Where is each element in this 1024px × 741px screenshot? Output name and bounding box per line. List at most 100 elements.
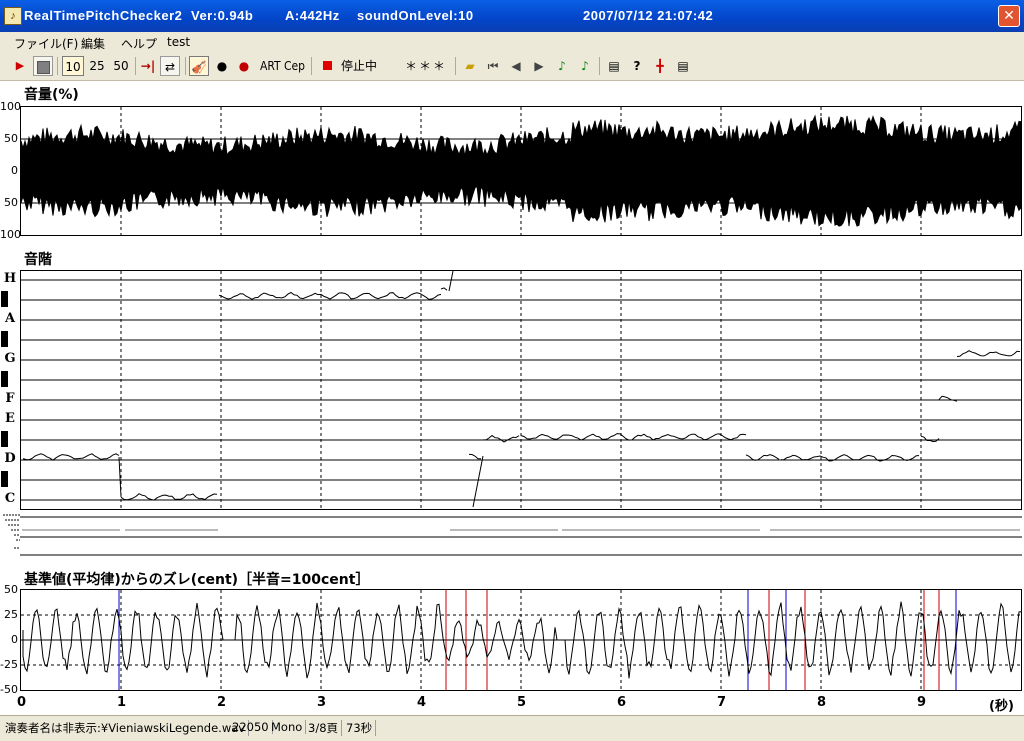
note-label: D (4, 451, 16, 466)
time-label: 2 (217, 695, 227, 710)
status-sample-rate: 22050 (229, 720, 273, 734)
loop-icon: ⇄ (164, 60, 176, 74)
violin-icon: 🎻 (191, 60, 207, 74)
next-button[interactable]: ▶ (529, 56, 549, 76)
toolbar-separator (57, 57, 58, 75)
sharp-key (1, 471, 8, 487)
violin-button[interactable]: 🎻 (189, 56, 209, 76)
stop-icon (36, 61, 50, 74)
deviation-title: 基準値(平均律)からのズレ(cent)［半音=100cent］ (24, 572, 370, 588)
time-label: 3 (317, 695, 327, 710)
note-label: F (5, 391, 15, 406)
status-bar: 演奏者名は非表示:¥VieniawskiLegende.wav 22050 Mo… (0, 715, 1024, 741)
toolbar-separator (311, 57, 312, 75)
sharp-key (1, 291, 8, 307)
marker-button[interactable]: ╋ (650, 56, 670, 76)
next-icon: ▶ (534, 59, 544, 73)
toolbar-separator (185, 57, 186, 75)
toolbar-separator (455, 57, 456, 75)
prev-button[interactable]: ◀ (506, 56, 526, 76)
note-label: A (4, 311, 16, 326)
app-icon: ♪ (4, 7, 22, 25)
volume-tick: 50 (4, 132, 18, 145)
loop-button[interactable]: ⇄ (160, 56, 180, 76)
time-label: 5 (517, 695, 527, 710)
indicator-label: ＊＊＊ (405, 59, 448, 73)
menu-file[interactable]: ファイル(F) (14, 35, 78, 52)
time-label: 9 (917, 695, 927, 710)
art-button[interactable]: ART (260, 56, 281, 76)
print-button[interactable]: ▤ (604, 56, 624, 76)
note-label: C (4, 491, 16, 506)
time-label: 0 (17, 695, 27, 710)
note-label: H (3, 271, 17, 286)
menu-help[interactable]: ヘルプ (121, 35, 157, 52)
play-icon: ▶ (15, 59, 25, 72)
deviation-panel (20, 589, 1022, 691)
cent-tick: 25 (4, 608, 18, 621)
sharp-key (1, 431, 8, 447)
player-button[interactable]: ● (212, 56, 232, 76)
jump-end-button[interactable]: →| (138, 56, 158, 76)
stop-button[interactable] (33, 56, 53, 76)
sharp-key (1, 331, 8, 347)
time-label: 1 (117, 695, 127, 710)
time-label: 7 (717, 695, 727, 710)
cent-tick: -25 (0, 658, 18, 671)
deviation-trace (21, 590, 1021, 690)
volume-tick: 100 (0, 100, 21, 113)
help-icon: ? (633, 59, 641, 73)
pitch-title: 音階 (24, 252, 52, 268)
cent-tick: 0 (11, 633, 18, 646)
help-button[interactable]: ? (627, 56, 647, 76)
menu-bar: ファイル(F) 編集 ヘルプ test (0, 32, 1024, 52)
close-icon: ✕ (1003, 8, 1015, 24)
toolbar-separator (135, 57, 136, 75)
version-label: Ver:0.94b (191, 8, 254, 23)
note-label: G (4, 351, 16, 366)
time-label: 8 (817, 695, 827, 710)
note-icon: ♪ (558, 59, 566, 73)
app-title: RealTimePitchChecker2 (24, 8, 183, 23)
speed-50-button[interactable]: 50 (110, 56, 132, 76)
player-red-button[interactable]: ● (234, 56, 254, 76)
skip-back-icon: ⏮ (487, 59, 499, 73)
note-label: E (5, 411, 15, 426)
menu-edit[interactable]: 編集 (81, 35, 105, 52)
note-alt-icon: ♪ (581, 59, 589, 73)
time-label: 4 (417, 695, 427, 710)
a-frequency-label: A:442Hz (285, 8, 340, 23)
note2-button[interactable]: ♪ (575, 56, 595, 76)
volume-waveform (21, 107, 1021, 235)
cent-tick: 50 (4, 583, 18, 596)
jump-end-icon: →| (140, 59, 156, 73)
time-unit-label: (秒) (989, 699, 1014, 714)
detection-strip-graphic (3, 514, 1022, 556)
open-folder-button[interactable]: ▰ (460, 56, 480, 76)
close-button[interactable]: ✕ (998, 5, 1020, 27)
play-button[interactable]: ▶ (10, 56, 30, 76)
detection-strip (0, 512, 1024, 558)
first-button[interactable]: ⏮ (483, 56, 503, 76)
volume-tick: 50 (4, 196, 18, 209)
cep-button[interactable]: Cep (284, 56, 305, 76)
prev-icon: ◀ (511, 59, 521, 73)
volume-title: 音量(%) (24, 87, 79, 103)
status-page: 3/8頁 (305, 720, 343, 736)
marker-icon: ╋ (656, 59, 664, 73)
speed-10-button[interactable]: 10 (62, 56, 84, 76)
toolbar: ▶ 10 25 50 →| ⇄ 🎻 ● ● ART Cep 停止中 ＊＊＊ ▰ … (0, 52, 1024, 81)
record-icon (322, 61, 332, 70)
pitch-panel (20, 270, 1022, 510)
status-channels: Mono (268, 720, 307, 734)
note-button[interactable]: ♪ (552, 56, 572, 76)
print2-button[interactable]: ▤ (673, 56, 693, 76)
toolbar-separator (599, 57, 600, 75)
cent-tick: -50 (0, 683, 18, 696)
record-button[interactable] (317, 56, 337, 76)
title-bar: ♪ RealTimePitchChecker2 Ver:0.94b A:442H… (0, 0, 1024, 32)
speed-25-button[interactable]: 25 (86, 56, 108, 76)
volume-panel (20, 106, 1022, 236)
folder-icon: ▰ (465, 59, 475, 73)
menu-test[interactable]: test (167, 35, 190, 49)
